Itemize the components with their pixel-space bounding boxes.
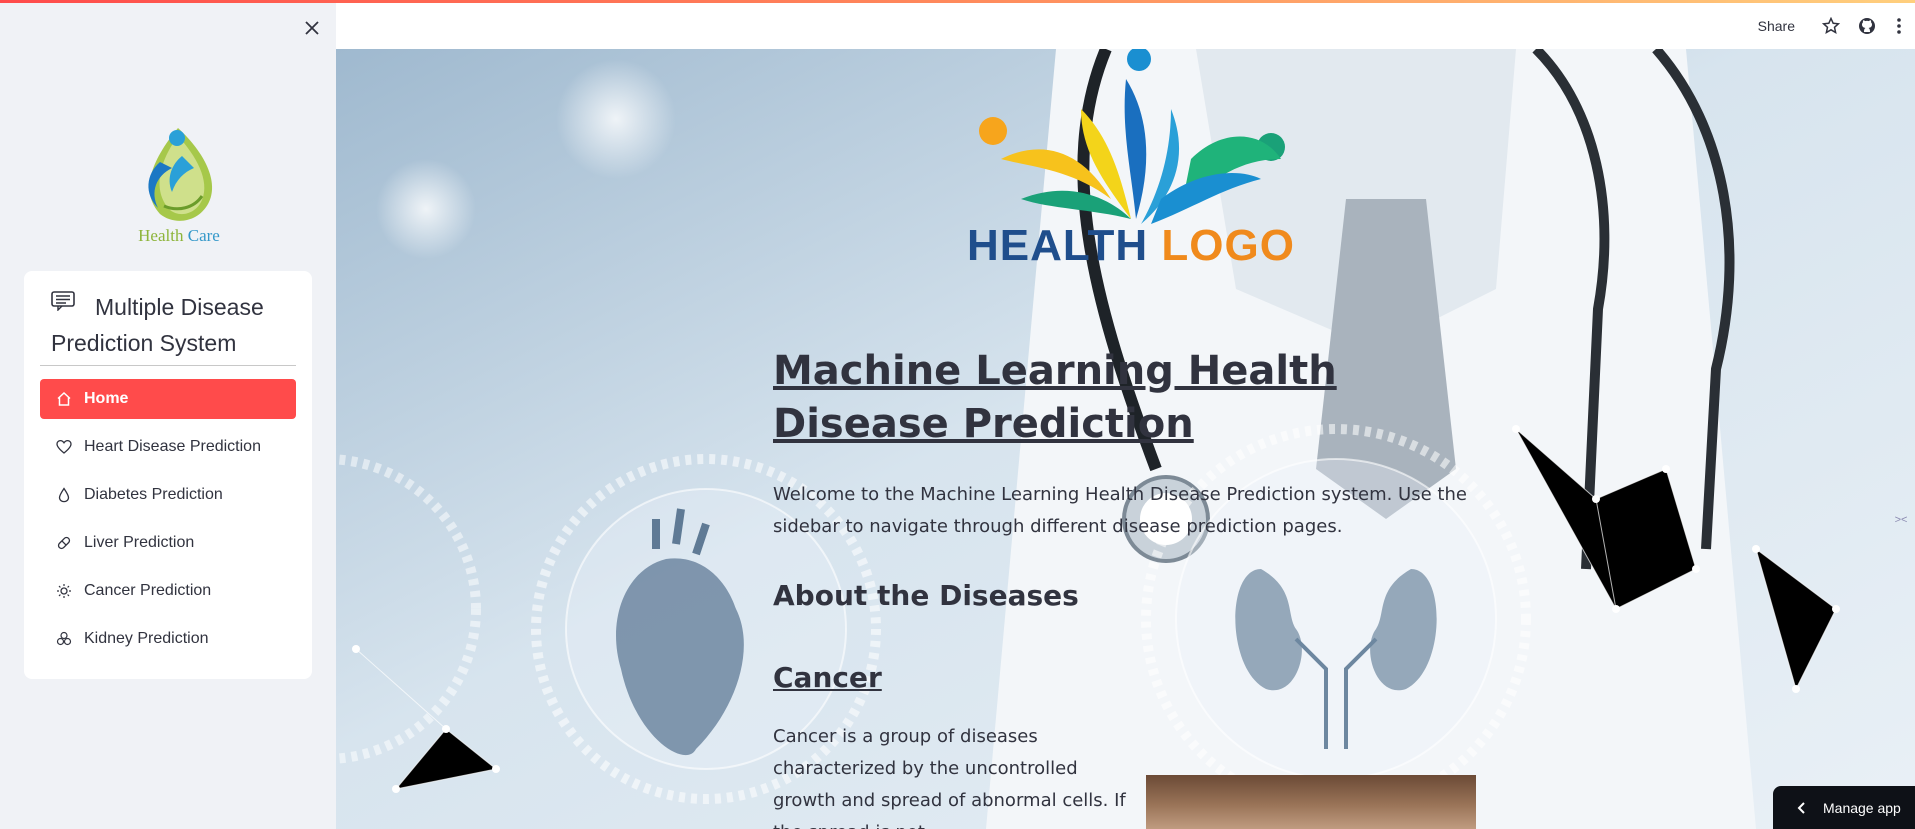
sidebar-item-label: Liver Prediction xyxy=(84,534,195,551)
cancer-description: Cancer is a group of diseases characteri… xyxy=(773,726,1126,829)
github-icon[interactable] xyxy=(1857,16,1877,36)
cancer-heading: Cancer xyxy=(773,661,882,694)
sidebar-item-liver[interactable]: Liver Prediction xyxy=(40,523,296,563)
menu-divider xyxy=(40,365,296,366)
menu-header: Multiple Disease Prediction System xyxy=(51,289,301,361)
house-icon xyxy=(56,391,72,407)
close-sidebar-button[interactable] xyxy=(302,18,322,38)
sidebar-item-label: Home xyxy=(84,390,129,407)
app-header: Share xyxy=(336,3,1915,49)
share-button[interactable]: Share xyxy=(1758,18,1795,34)
sidebar-item-label: Heart Disease Prediction xyxy=(84,438,261,455)
health-care-logo: Health Care xyxy=(120,122,238,250)
sidebar-item-home[interactable]: Home xyxy=(40,379,296,419)
page-title: Machine Learning Health Disease Predicti… xyxy=(773,348,1337,447)
sidebar-item-heart[interactable]: Heart Disease Prediction xyxy=(40,427,296,467)
manage-app-label: Manage app xyxy=(1823,799,1901,816)
health-logo-image: HEALTH LOGO xyxy=(961,49,1301,279)
sidebar-item-kidney[interactable]: Kidney Prediction xyxy=(40,619,296,659)
menu-title: Multiple Disease Prediction System xyxy=(51,294,264,356)
heart-icon xyxy=(56,439,72,455)
intro-text: Welcome to the Machine Learning Health D… xyxy=(773,484,1467,537)
sidebar-item-cancer[interactable]: Cancer Prediction xyxy=(40,571,296,611)
expand-handle-icon[interactable]: >< xyxy=(1887,506,1915,534)
logo-text: Health Care xyxy=(138,226,220,245)
sidebar-item-label: Cancer Prediction xyxy=(84,582,212,599)
chevron-left-icon xyxy=(1797,801,1807,814)
about-diseases-heading: About the Diseases xyxy=(773,579,1079,612)
main-content: HEALTH LOGO Machine Learning Health Dise… xyxy=(336,49,1915,829)
sidebar-item-label: Diabetes Prediction xyxy=(84,486,223,503)
manage-app-button[interactable]: Manage app xyxy=(1773,786,1915,829)
top-decoration-bar xyxy=(0,0,1915,3)
option-menu: Multiple Disease Prediction System Home … xyxy=(24,271,312,679)
more-vertical-icon[interactable] xyxy=(1889,16,1909,36)
close-icon xyxy=(305,21,319,35)
health-logo-text: HEALTH LOGO xyxy=(967,221,1295,270)
cluster-icon xyxy=(56,631,72,647)
sidebar: Health Care Multiple Disease Prediction … xyxy=(0,0,336,829)
star-icon[interactable] xyxy=(1821,16,1841,36)
sidebar-item-diabetes[interactable]: Diabetes Prediction xyxy=(40,475,296,515)
cancer-cell-image xyxy=(1146,775,1476,829)
sun-icon xyxy=(56,583,72,599)
droplet-icon xyxy=(56,487,72,503)
sidebar-item-label: Kidney Prediction xyxy=(84,630,209,647)
list-card-icon xyxy=(51,291,75,311)
pill-icon xyxy=(56,535,72,551)
